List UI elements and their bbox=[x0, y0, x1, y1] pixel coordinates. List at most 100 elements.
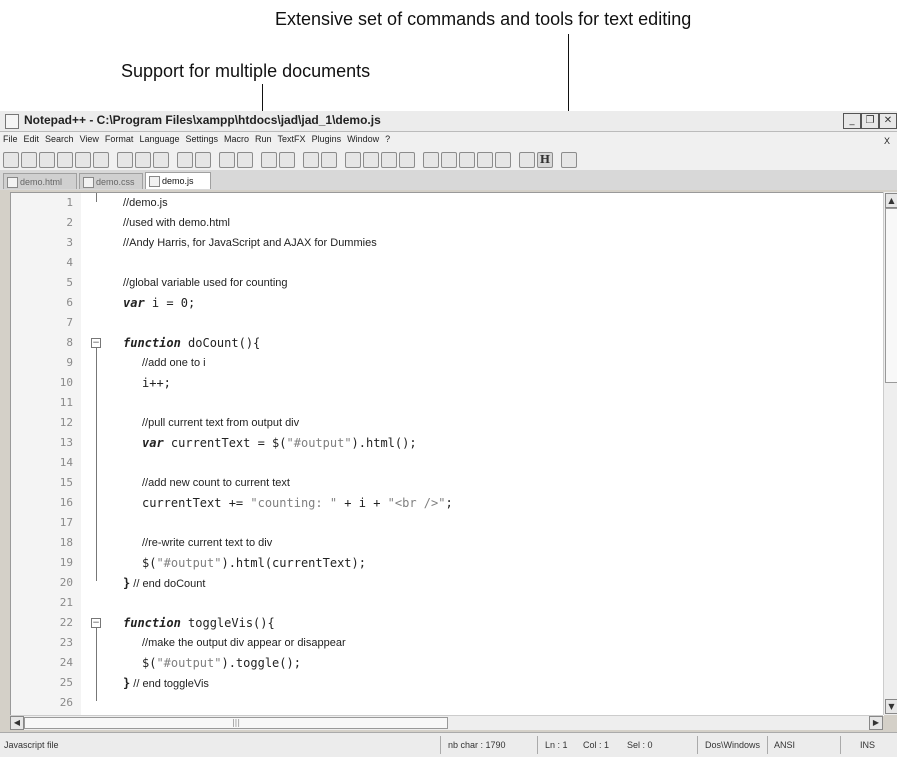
status-divider bbox=[840, 736, 841, 754]
new-file-icon[interactable] bbox=[3, 152, 19, 168]
run-macro-multiple-icon[interactable] bbox=[477, 152, 493, 168]
indent-guide-icon[interactable] bbox=[381, 152, 397, 168]
code-text: currentText += "counting: " + i + "<br /… bbox=[142, 493, 453, 513]
code-line: 18 //re-write current text to div bbox=[11, 533, 871, 553]
code-line: 6 var i = 0; bbox=[11, 293, 871, 313]
save-icon[interactable] bbox=[39, 152, 55, 168]
code-line: 13 var currentText = $("#output").html(); bbox=[11, 433, 871, 453]
show-all-characters-icon[interactable] bbox=[363, 152, 379, 168]
code-text: var currentText = $("#output").html(); bbox=[142, 433, 417, 453]
menu-search[interactable]: Search bbox=[42, 132, 77, 144]
tab-demo-html[interactable]: demo.html bbox=[3, 173, 77, 189]
toolbar: H bbox=[0, 148, 897, 171]
paste-icon[interactable] bbox=[153, 152, 169, 168]
tab-label: demo.js bbox=[162, 176, 194, 186]
menu-textfx[interactable]: TextFX bbox=[275, 132, 309, 144]
string-literal: "<br />" bbox=[387, 496, 446, 510]
menu-edit[interactable]: Edit bbox=[21, 132, 43, 144]
tab-demo-css[interactable]: demo.css bbox=[79, 173, 143, 189]
close-document-button[interactable]: X bbox=[881, 134, 893, 146]
code-fragment: $( bbox=[142, 556, 157, 570]
file-icon bbox=[7, 177, 18, 188]
status-divider bbox=[440, 736, 441, 754]
vertical-scroll-thumb[interactable] bbox=[885, 208, 897, 383]
menu-help[interactable]: ? bbox=[382, 132, 393, 144]
line-number: 26 bbox=[59, 696, 73, 709]
code-line: 9 //add one to i bbox=[11, 353, 871, 373]
word-wrap-icon[interactable] bbox=[345, 152, 361, 168]
code-fragment: ).html(); bbox=[351, 436, 417, 450]
save-macro-icon[interactable] bbox=[495, 152, 511, 168]
print-icon[interactable] bbox=[561, 152, 577, 168]
minimize-button[interactable]: _ bbox=[843, 113, 861, 129]
play-macro-icon[interactable] bbox=[459, 152, 475, 168]
tab-demo-js[interactable]: demo.js bbox=[145, 172, 211, 189]
code-line: 25} // end toggleVis bbox=[11, 673, 871, 693]
scroll-down-icon[interactable]: ▼ bbox=[885, 699, 897, 714]
open-file-icon[interactable] bbox=[21, 152, 37, 168]
code-line: 19 $("#output").html(currentText); bbox=[11, 553, 871, 573]
close-button[interactable]: ✕ bbox=[879, 113, 897, 129]
horizontal-scrollbar[interactable]: ◀ ||| ▶ bbox=[10, 715, 883, 730]
zoom-out-icon[interactable] bbox=[279, 152, 295, 168]
scroll-up-icon[interactable]: ▲ bbox=[885, 193, 897, 208]
spell-check-icon[interactable] bbox=[519, 152, 535, 168]
horizontal-scroll-thumb[interactable]: ||| bbox=[24, 717, 448, 729]
tab-label: demo.css bbox=[96, 177, 135, 187]
notepad-window: Notepad++ - C:\Program Files\xampp\htdoc… bbox=[0, 111, 897, 757]
line-number: 23 bbox=[59, 636, 73, 649]
undo-icon[interactable] bbox=[177, 152, 193, 168]
code-line: 5 //global variable used for counting bbox=[11, 273, 871, 293]
code-text: //demo.js bbox=[123, 197, 168, 209]
sync-vertical-icon[interactable] bbox=[303, 152, 319, 168]
status-char-count: nb char : 1790 bbox=[448, 740, 506, 750]
fold-collapse-icon[interactable]: − bbox=[91, 338, 101, 348]
menu-macro[interactable]: Macro bbox=[221, 132, 252, 144]
zoom-in-icon[interactable] bbox=[261, 152, 277, 168]
vertical-scrollbar[interactable]: ▲ ▼ bbox=[883, 192, 897, 715]
line-number: 6 bbox=[66, 296, 73, 309]
code-line: 16 currentText += "counting: " + i + "<br… bbox=[11, 493, 871, 513]
user-language-icon[interactable] bbox=[399, 152, 415, 168]
stop-macro-icon[interactable] bbox=[441, 152, 457, 168]
maximize-button[interactable]: ❐ bbox=[861, 113, 879, 129]
line-number: 18 bbox=[59, 536, 73, 549]
find-icon[interactable] bbox=[219, 152, 235, 168]
sync-horizontal-icon[interactable] bbox=[321, 152, 337, 168]
code-text: //add one to i bbox=[142, 357, 206, 369]
menu-view[interactable]: View bbox=[77, 132, 102, 144]
replace-icon[interactable] bbox=[237, 152, 253, 168]
fold-collapse-icon[interactable]: − bbox=[91, 618, 101, 628]
code-line: 12 //pull current text from output div bbox=[11, 413, 871, 433]
code-line: 14 bbox=[11, 453, 871, 473]
code-editor[interactable]: 1 //demo.js 2 //used with demo.html 3 //And… bbox=[10, 192, 884, 716]
code-text: } // end doCount bbox=[123, 573, 205, 594]
scroll-right-icon[interactable]: ▶ bbox=[869, 716, 883, 730]
menu-run[interactable]: Run bbox=[252, 132, 275, 144]
redo-icon[interactable] bbox=[195, 152, 211, 168]
menu-language[interactable]: Language bbox=[136, 132, 182, 144]
menu-plugins[interactable]: Plugins bbox=[309, 132, 345, 144]
code-text: i++; bbox=[142, 376, 171, 390]
scroll-left-icon[interactable]: ◀ bbox=[10, 716, 24, 730]
code-line: 8 − function doCount(){ bbox=[11, 333, 871, 353]
close-file-icon[interactable] bbox=[75, 152, 91, 168]
copy-icon[interactable] bbox=[135, 152, 151, 168]
bold-h-icon[interactable]: H bbox=[537, 152, 553, 168]
menu-file[interactable]: File bbox=[0, 132, 21, 144]
keyword: var bbox=[142, 436, 164, 450]
line-number: 1 bbox=[66, 196, 73, 209]
keyword: function bbox=[123, 336, 181, 350]
cut-icon[interactable] bbox=[117, 152, 133, 168]
menu-format[interactable]: Format bbox=[102, 132, 137, 144]
menu-window[interactable]: Window bbox=[344, 132, 382, 144]
code-line: 24 $("#output").toggle(); bbox=[11, 653, 871, 673]
record-macro-icon[interactable] bbox=[423, 152, 439, 168]
save-all-icon[interactable] bbox=[57, 152, 73, 168]
code-line: 17 bbox=[11, 513, 871, 533]
title-bar: Notepad++ - C:\Program Files\xampp\htdoc… bbox=[0, 111, 897, 132]
line-number: 4 bbox=[66, 256, 73, 269]
line-number: 22 bbox=[59, 616, 73, 629]
menu-settings[interactable]: Settings bbox=[182, 132, 221, 144]
close-all-icon[interactable] bbox=[93, 152, 109, 168]
